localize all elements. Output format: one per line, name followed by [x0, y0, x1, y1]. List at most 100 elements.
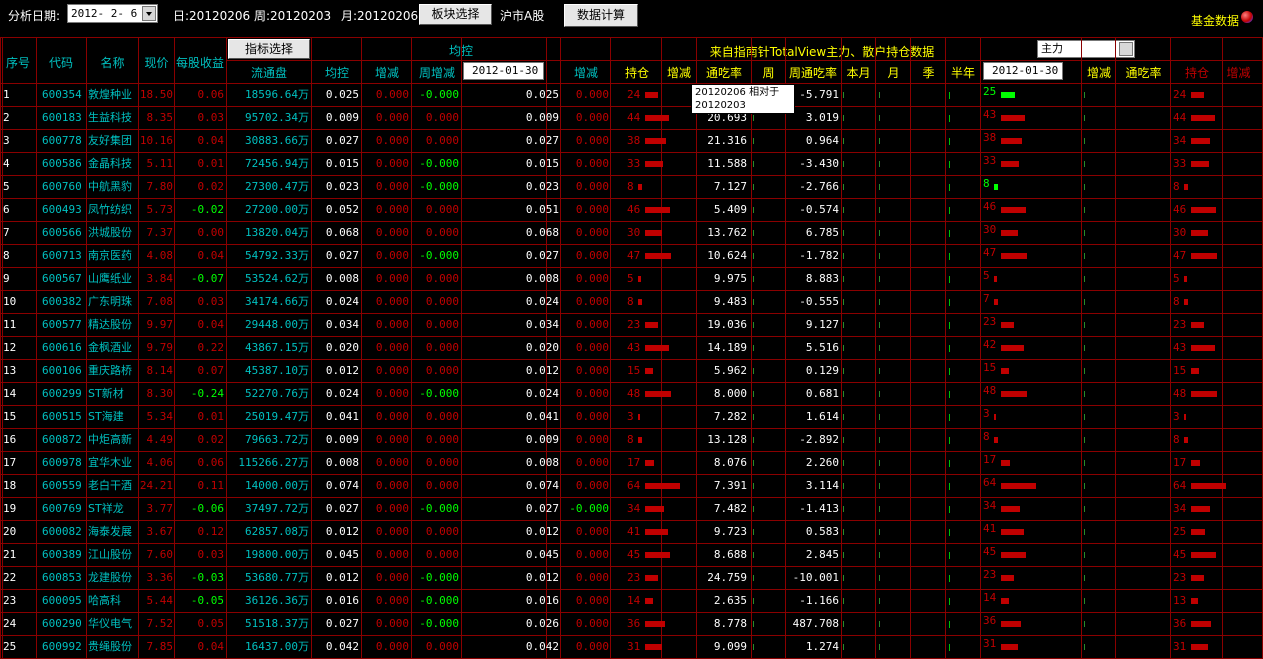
globe-icon[interactable]: [1241, 11, 1253, 23]
cell-eps: 0.03: [197, 111, 225, 124]
fund-data-link[interactable]: 基金数据: [1191, 12, 1239, 29]
cell-seq: 23: [3, 594, 17, 607]
cell-code: 600559: [42, 479, 82, 492]
indicator-select-button[interactable]: 指标选择: [228, 39, 310, 59]
cell-turn: 10.624: [707, 249, 747, 262]
grid-line: [1170, 37, 1171, 658]
cell-hold-3: 17: [1173, 456, 1187, 469]
col-week-change[interactable]: 周增减: [412, 64, 462, 81]
cell-hold-3: 33: [1173, 157, 1187, 170]
cell-price: 5.34: [146, 410, 174, 423]
cell-code: 600299: [42, 387, 82, 400]
col-week[interactable]: 周: [752, 64, 785, 81]
col-hold-2[interactable]: 持仓: [1172, 64, 1222, 81]
hold-bar: [645, 161, 663, 167]
grid-line: [0, 106, 1263, 107]
cell-avg: 0.024: [325, 387, 359, 400]
cell-chg: 0.000: [375, 410, 409, 423]
hold-bar-2: [1001, 506, 1020, 512]
col-seq[interactable]: 序号: [2, 54, 34, 71]
cell-float: 72456.94万: [245, 157, 309, 170]
cell-chg2: 0.000: [575, 157, 609, 170]
col-name[interactable]: 名称: [87, 54, 138, 71]
hold-bar: [638, 299, 642, 305]
col-change-4[interactable]: 增减: [1082, 64, 1116, 81]
col-eps[interactable]: 每股收益: [174, 54, 226, 71]
cell-avg: 0.041: [325, 410, 359, 423]
chevron-down-icon[interactable]: [1119, 42, 1133, 56]
col-code[interactable]: 代码: [37, 54, 85, 71]
col-change-1[interactable]: 增减: [362, 64, 412, 81]
trend-tick: [753, 161, 754, 167]
col-turnover[interactable]: 通吃率: [697, 64, 751, 81]
cell-turn: 8.688: [713, 548, 747, 561]
grid-line: [875, 37, 876, 658]
cell-float: 29448.00万: [245, 318, 309, 331]
trend-tick: [753, 115, 754, 121]
cell-wchg: -0.000: [419, 571, 459, 584]
col-season[interactable]: 季: [911, 64, 946, 81]
chevron-down-icon[interactable]: [142, 6, 156, 21]
cell-avg2: 0.016: [525, 594, 559, 607]
cell-turn: 7.482: [713, 502, 747, 515]
cell-wchg: 0.000: [425, 433, 459, 446]
col-half-year[interactable]: 半年: [946, 64, 980, 81]
holder-type-select[interactable]: 主力: [1037, 40, 1135, 58]
cell-code: 600183: [42, 111, 82, 124]
month-label: 月:20120206: [341, 9, 419, 23]
cell-hold-3: 24: [1173, 88, 1187, 101]
col-float-cap[interactable]: 流通盘: [227, 64, 311, 81]
cell-chg2: 0.000: [575, 134, 609, 147]
col-month[interactable]: 月: [876, 64, 911, 81]
cell-avg2: 0.027: [525, 134, 559, 147]
cell-avg: 0.012: [325, 525, 359, 538]
hold-bar: [645, 483, 680, 489]
block-select-button[interactable]: 板块选择: [419, 4, 492, 25]
date-input-1[interactable]: 2012-01-30: [463, 62, 544, 80]
hold-bar: [645, 322, 658, 328]
cell-chg2: 0.000: [575, 180, 609, 193]
cell-hold-2: 33: [983, 154, 997, 167]
cell-price: 7.37: [146, 226, 174, 239]
cell-price: 7.52: [146, 617, 174, 630]
cell-avg: 0.012: [325, 571, 359, 584]
cell-turn: 24.759: [707, 571, 747, 584]
cell-hold: 23: [627, 571, 641, 584]
trend-tick: [949, 161, 950, 168]
trend-tick: [753, 621, 754, 627]
cell-wchg: -0.000: [419, 88, 459, 101]
col-hold[interactable]: 持仓: [612, 64, 662, 81]
trend-tick: [949, 575, 950, 582]
hold-bar-3: [1191, 483, 1226, 489]
cell-chg: 0.000: [375, 387, 409, 400]
trend-tick: [1084, 529, 1085, 535]
col-turnover-2[interactable]: 通吃率: [1116, 64, 1171, 81]
cell-code: 600389: [42, 548, 82, 561]
cell-hold-2: 45: [983, 545, 997, 558]
cell-hold-2: 3: [983, 407, 990, 420]
col-this-month[interactable]: 本月: [842, 64, 875, 81]
data-calc-button[interactable]: 数据计算: [564, 4, 638, 27]
cell-code: 600095: [42, 594, 82, 607]
trend-tick: [753, 437, 754, 443]
grid-line: [226, 60, 1263, 61]
col-week-turnover[interactable]: 周通吃率: [785, 64, 841, 81]
col-price[interactable]: 现价: [139, 54, 174, 71]
col-change-5[interactable]: 增减: [1222, 64, 1255, 81]
trend-tick: [1084, 322, 1085, 328]
trend-tick: [1084, 391, 1085, 397]
cell-avg: 0.015: [325, 157, 359, 170]
col-change-3[interactable]: 增减: [662, 64, 696, 81]
cell-hold: 17: [627, 456, 641, 469]
cell-name: 金晶科技: [88, 157, 132, 170]
cell-eps: 0.04: [197, 318, 225, 331]
cell-float: 19800.00万: [245, 548, 309, 561]
cell-hold-2: 30: [983, 223, 997, 236]
col-avg-ctrl[interactable]: 均控: [312, 64, 362, 81]
cell-chg: 0.000: [375, 111, 409, 124]
col-change-2[interactable]: 增减: [561, 64, 611, 81]
hold-bar: [645, 345, 669, 351]
date-input-2[interactable]: 2012-01-30: [983, 62, 1063, 80]
cell-code: 600586: [42, 157, 82, 170]
analysis-date-picker[interactable]: 2012- 2- 6: [67, 4, 158, 23]
